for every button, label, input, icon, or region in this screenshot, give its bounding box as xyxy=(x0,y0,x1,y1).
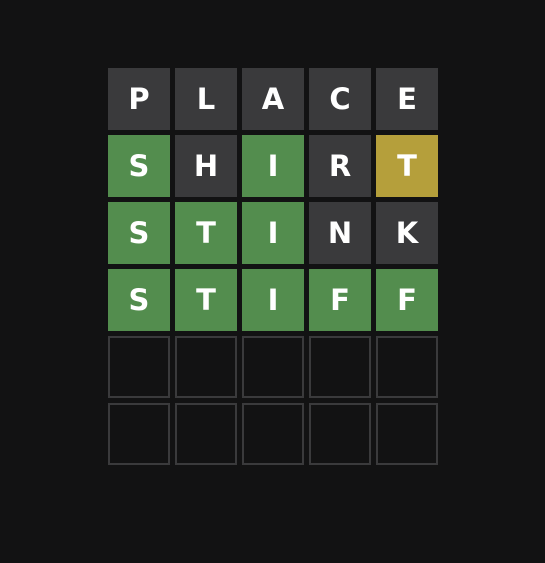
tile xyxy=(309,403,371,465)
tile: I xyxy=(242,269,304,331)
tile xyxy=(376,403,438,465)
tile xyxy=(242,336,304,398)
tile: S xyxy=(108,202,170,264)
tile: F xyxy=(376,269,438,331)
tile: T xyxy=(175,202,237,264)
tile xyxy=(242,403,304,465)
tile: I xyxy=(242,135,304,197)
tile: T xyxy=(175,269,237,331)
tile: P xyxy=(108,68,170,130)
tile: N xyxy=(309,202,371,264)
tile xyxy=(175,403,237,465)
game-board: P L A C E S H I R T S T I N K S T I F F xyxy=(108,68,438,465)
tile xyxy=(108,403,170,465)
tile xyxy=(309,336,371,398)
tile: H xyxy=(175,135,237,197)
tile: S xyxy=(108,269,170,331)
tile: A xyxy=(242,68,304,130)
tile: F xyxy=(309,269,371,331)
tile xyxy=(175,336,237,398)
tile xyxy=(108,336,170,398)
tile xyxy=(376,336,438,398)
tile: L xyxy=(175,68,237,130)
tile: S xyxy=(108,135,170,197)
tile: T xyxy=(376,135,438,197)
tile: E xyxy=(376,68,438,130)
tile: I xyxy=(242,202,304,264)
tile: R xyxy=(309,135,371,197)
tile: C xyxy=(309,68,371,130)
tile: K xyxy=(376,202,438,264)
